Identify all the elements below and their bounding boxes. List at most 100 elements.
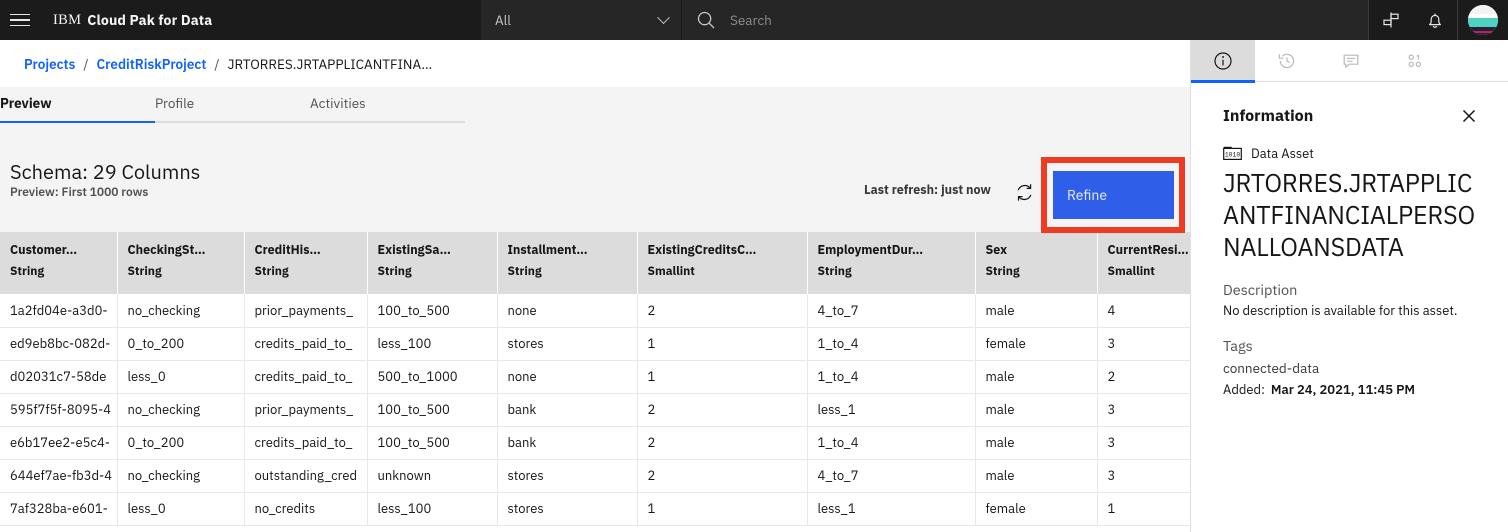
column-header-sex[interactable]: Sex String [975,232,1098,294]
column-header-installment[interactable]: Installment… String [497,232,638,294]
panel-tab-history[interactable] [1255,40,1319,82]
column-name: ExistingSa… [377,242,451,258]
tab-profile[interactable]: Profile [155,87,310,123]
cell: female [975,327,1098,361]
avatar[interactable] [1468,5,1498,35]
bell-icon[interactable] [1413,0,1457,40]
breadcrumb-item-project[interactable]: CreditRiskProject [97,55,207,73]
cell: 1_to_4 [807,426,976,460]
panel-header: Information [1223,106,1478,126]
panel-title: Information [1223,106,1314,126]
column-name: Installment… [507,242,588,258]
cell: no_checking [117,393,245,427]
panel-tab-data-quality[interactable] [1383,40,1447,82]
column-type: Smallint [647,264,695,279]
chevron-down-icon [657,10,670,24]
column-type: String [507,264,542,279]
cell: less_100 [367,492,498,526]
column-name: CheckingSt… [127,242,206,258]
column-type: String [10,264,45,279]
cell: male [975,393,1098,427]
refresh-icon[interactable] [1014,182,1035,203]
cell: male [975,360,1098,394]
cell: 3 [1097,327,1190,361]
column-type: String [817,264,852,279]
cell: no_credits [244,492,368,526]
cell: 7af328ba-e601- [0,492,118,526]
cell: 1 [1097,492,1190,526]
table-row[interactable]: e6b17ee2-e5c4- 0_to_200 credits_paid_to_… [0,426,1190,460]
column-header-employmentduration[interactable]: EmploymentDur… String [807,232,976,294]
cell: 644ef7ae-fb3d-4 [0,459,118,493]
hamburger-menu-icon[interactable] [0,0,40,40]
cell: 1 [637,492,808,526]
column-header-existingcreditscount[interactable]: ExistingCreditsC… Smallint [637,232,808,294]
column-header-existingsavings[interactable]: ExistingSa… String [367,232,498,294]
panel-tab-information[interactable] [1191,40,1255,83]
cell: 3 [1097,459,1190,493]
breadcrumb-separator-2: / [214,54,220,73]
column-header-credithistory[interactable]: CreditHis… String [244,232,368,294]
asset-type-row: 1010 Data Asset [1223,145,1478,162]
column-name: ExistingCreditsC… [647,242,757,258]
column-type: Smallint [1107,264,1155,279]
cell: 2 [1097,360,1190,394]
table-row[interactable]: 595f7f5f-8095-4 no_checking prior_paymen… [0,393,1190,427]
column-header-currentresidence[interactable]: CurrentResi… Smallint [1097,232,1190,294]
cell: 4_to_7 [807,459,976,493]
cell: bank [497,393,638,427]
breadcrumb-item-projects[interactable]: Projects [24,55,75,73]
header-divider-2 [1457,0,1458,40]
tab-preview[interactable]: Preview [0,87,155,123]
cell: 2 [637,294,808,328]
cell: less_1 [807,492,976,526]
column-name: Sex [985,242,1008,258]
column-header-customer[interactable]: Customer… String [0,232,118,294]
table-row[interactable]: 7af328ba-e601- less_0 no_credits less_10… [0,492,1190,526]
cell: 100_to_500 [367,393,498,427]
signpost-icon[interactable] [1369,0,1413,40]
column-type: String [377,264,412,279]
tab-activities-label: Activities [310,94,366,112]
column-type: String [985,264,1020,279]
column-header-checkingstatus[interactable]: CheckingSt… String [117,232,245,294]
information-panel: Information 1010 Data Asset JRTORRES.JRT… [1190,40,1508,532]
refine-button[interactable]: Refine [1053,171,1174,219]
description-value: No description is available for this ass… [1223,302,1458,319]
global-search-input[interactable]: Search [682,0,1368,40]
brand-title[interactable]: IBM Cloud Pak for Data [40,0,212,40]
panel-body: Information 1010 Data Asset JRTORRES.JRT… [1191,82,1508,398]
cell: female [975,492,1098,526]
schema-subtitle: Preview: First 1000 rows [10,185,149,200]
cell: no_checking [117,294,245,328]
cell: prior_payments_ [244,294,368,328]
cell: 4_to_7 [807,294,976,328]
cell: 1_to_4 [807,360,976,394]
cell: bank [497,426,638,460]
cell: ed9eb8bc-082d- [0,327,118,361]
data-preview-table[interactable]: Customer… String CheckingSt… String Cred… [0,232,1190,532]
history-clock-icon [1278,53,1295,69]
global-search-placeholder: Search [730,11,772,29]
table-row[interactable]: 644ef7ae-fb3d-4 no_checking outstanding_… [0,459,1190,493]
cell: credits_paid_to_ [244,360,368,394]
cell: male [975,459,1098,493]
cell: unknown [367,459,498,493]
cell: 3 [1097,426,1190,460]
cell: 1_to_4 [807,327,976,361]
table-row[interactable]: d02031c7-58de less_0 credits_paid_to_ 50… [0,360,1190,394]
table-row[interactable]: ed9eb8bc-082d- 0_to_200 credits_paid_to_… [0,327,1190,361]
panel-tab-comments[interactable] [1319,40,1383,82]
cell: stores [497,459,638,493]
breadcrumb-separator-1: / [83,54,89,73]
column-type: String [127,264,162,279]
global-header: IBM Cloud Pak for Data All Search [0,0,1508,40]
brand-product-label: Cloud Pak for Data [87,11,213,29]
table-row[interactable]: 1a2fd04e-a3d0- no_checking prior_payment… [0,294,1190,328]
schema-grid: Customer… String CheckingSt… String Cred… [0,232,1190,526]
search-scope-dropdown[interactable]: All [481,0,681,40]
data-quality-icon [1408,54,1422,68]
cell: prior_payments_ [244,393,368,427]
close-icon[interactable] [1460,107,1478,125]
tab-activities[interactable]: Activities [310,87,465,123]
